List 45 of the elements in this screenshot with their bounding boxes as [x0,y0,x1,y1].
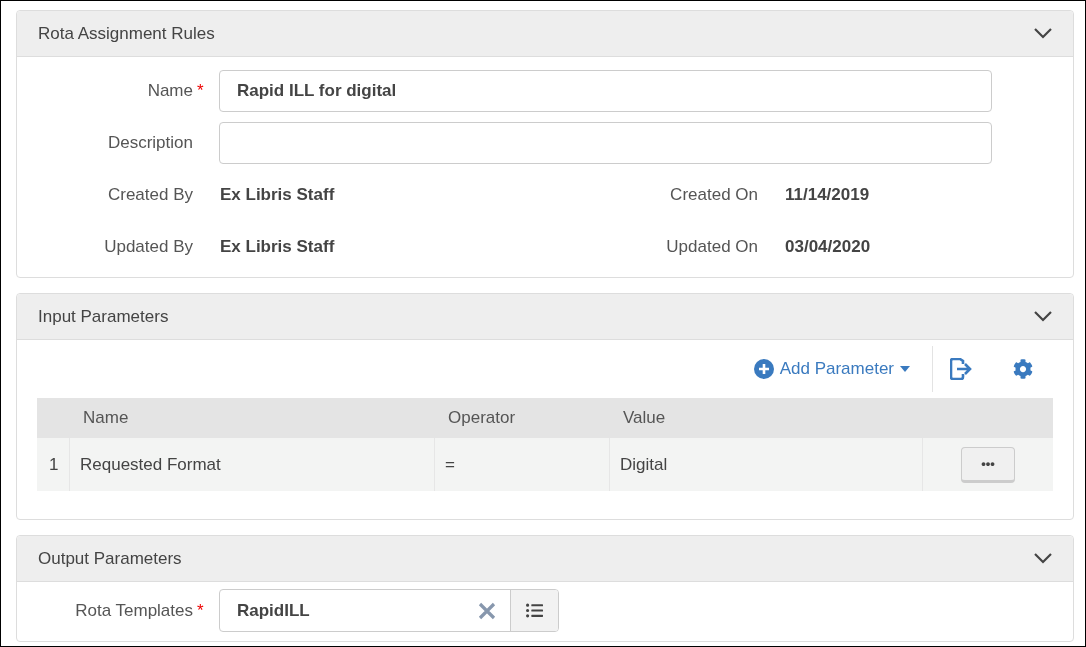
add-parameter-button[interactable]: Add Parameter [753,359,910,379]
section-title: Rota Assignment Rules [38,23,215,44]
field-value: RapidILL [236,600,311,621]
field-label: Description [107,133,193,153]
field-label: Created By [107,185,193,205]
field-label: Updated On [666,237,758,257]
field-label: Created On [670,185,758,205]
section-title: Output Parameters [38,548,182,569]
select-field[interactable]: RapidILL [219,589,559,632]
chevron-icon[interactable] [1034,28,1052,39]
chevron-icon[interactable] [1034,553,1052,564]
column-header: Value [622,408,667,428]
field-label: Updated By [104,237,193,257]
plus-circle-icon [753,359,774,379]
field-value: Ex Libris Staff [220,237,335,256]
list-button[interactable] [510,590,558,631]
field-label: Rota Templates [75,600,193,621]
section-header[interactable]: Rota Assignment Rules [17,11,1073,57]
input-field[interactable]: Rapid ILL for digital [219,70,992,112]
chevron-icon[interactable] [1034,311,1052,322]
section-header[interactable]: Output Parameters [17,536,1073,582]
column-header: Name [82,408,130,428]
field-value: 03/04/2020 [785,237,871,257]
export-button[interactable] [950,358,973,380]
list-icon [526,602,543,619]
field-value: Ex Libris Staff [220,185,335,204]
table-cell: Digital [609,438,922,491]
required-mark: * [197,81,204,100]
row-number: 1 [48,453,60,476]
field-value: 11/14/2019 [785,185,870,205]
section-title: Input Parameters [38,306,169,327]
table-row[interactable]: 1 Requested Format = Digital ••• [37,438,1053,491]
more-actions-button[interactable]: ••• [961,446,1015,483]
section-header[interactable]: Input Parameters [17,294,1073,340]
table-cell: = [434,438,609,491]
export-icon [950,358,973,380]
close-icon [478,601,496,620]
caret-icon [900,366,910,372]
required-mark: * [197,600,204,620]
table-cell: Requested Format [69,438,434,491]
input-field[interactable] [219,122,992,164]
field-label: Name [147,81,193,101]
settings-icon [1013,359,1033,379]
column-header: Operator [447,408,517,428]
settings-button[interactable] [1013,359,1033,379]
